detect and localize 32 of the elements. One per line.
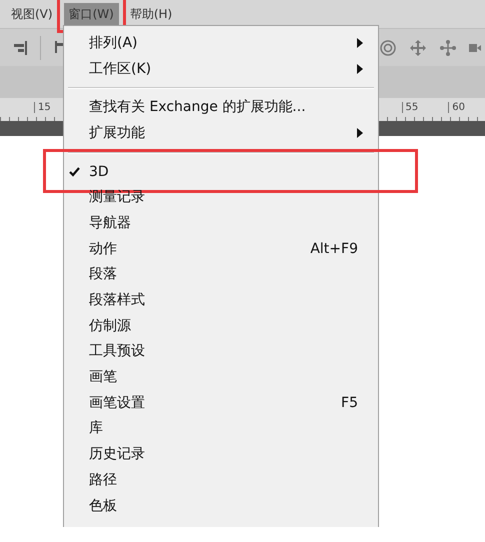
move-icon[interactable]	[409, 38, 427, 56]
shortcut-text: Alt+F9	[310, 240, 358, 257]
menu-item[interactable]: 段落	[89, 265, 358, 284]
menu-item[interactable]: 工作区(K)	[89, 60, 357, 78]
menu-item[interactable]: 导航器	[89, 214, 358, 232]
target-icon[interactable]	[379, 38, 397, 56]
menu-item[interactable]: 动作	[89, 240, 310, 258]
menu-item[interactable]: 库	[89, 419, 358, 438]
menu-item[interactable]: 仿制源	[89, 316, 358, 335]
menu-item[interactable]: 画笔	[89, 368, 358, 386]
ruler-number: 60	[448, 102, 465, 113]
submenu-arrow-icon	[357, 38, 363, 48]
move-icon[interactable]	[439, 38, 457, 56]
menu-item[interactable]: 查找有关 Exchange 的扩展功能...	[89, 98, 358, 116]
menu-item[interactable]: 扩展功能	[89, 124, 357, 142]
menu-item[interactable]: 色板	[89, 496, 358, 515]
menu-item[interactable]: 测量记录	[89, 188, 358, 206]
ruler-number: 55	[402, 102, 418, 113]
ruler-number: 15	[34, 102, 51, 113]
menu-item[interactable]: 工具预设	[89, 342, 358, 360]
menu-item[interactable]: 3D	[89, 164, 358, 180]
menu-item[interactable]: 历史记录	[89, 445, 358, 464]
menu-title[interactable]: 帮助(H)	[124, 2, 178, 26]
shortcut-text: F5	[341, 394, 358, 411]
submenu-arrow-icon	[357, 64, 363, 74]
menu-item[interactable]: 画笔设置	[89, 394, 342, 412]
menu-title[interactable]: 视图(V)	[6, 2, 58, 26]
menu-item[interactable]: 路径	[89, 470, 358, 489]
menu-item[interactable]: 段落样式	[89, 291, 358, 310]
submenu-arrow-icon	[357, 128, 363, 138]
menu-title[interactable]: 窗口(W)	[64, 2, 119, 26]
check-icon	[69, 166, 80, 177]
